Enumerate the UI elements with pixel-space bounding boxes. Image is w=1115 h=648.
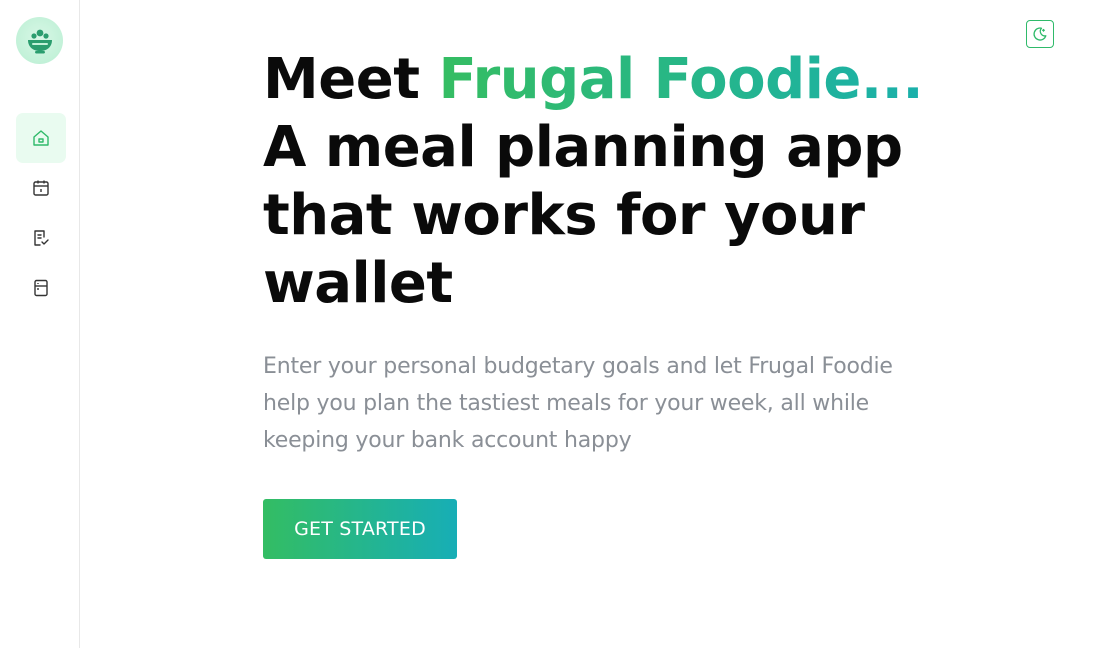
hero-subtitle: Enter your personal budgetary goals and …: [263, 354, 893, 453]
home-icon: [33, 130, 49, 146]
hero-section: Meet Frugal Foodie... A meal planning ap…: [263, 46, 963, 459]
theme-toggle-button[interactable]: [1026, 20, 1054, 48]
salad-bowl-icon: [27, 29, 52, 53]
calendar-icon: [33, 180, 49, 196]
sidebar: [0, 0, 80, 648]
headline-prefix: Meet: [263, 47, 439, 112]
sidebar-item-pantry[interactable]: [16, 263, 66, 313]
sidebar-item-home[interactable]: [16, 113, 66, 163]
page-title: Meet Frugal Foodie... A meal planning ap…: [263, 46, 963, 318]
get-started-button[interactable]: GET STARTED: [263, 499, 457, 559]
moon-icon: [1033, 27, 1047, 41]
sidebar-item-shopping-list[interactable]: [16, 213, 66, 263]
app-logo[interactable]: [16, 17, 63, 64]
headline-rest: A meal planning app that works for your …: [263, 115, 903, 316]
fridge-icon: [34, 279, 48, 297]
brand-name: Frugal Foodie...: [438, 47, 924, 112]
checklist-icon: [34, 230, 49, 246]
sidebar-item-calendar[interactable]: [16, 163, 66, 213]
